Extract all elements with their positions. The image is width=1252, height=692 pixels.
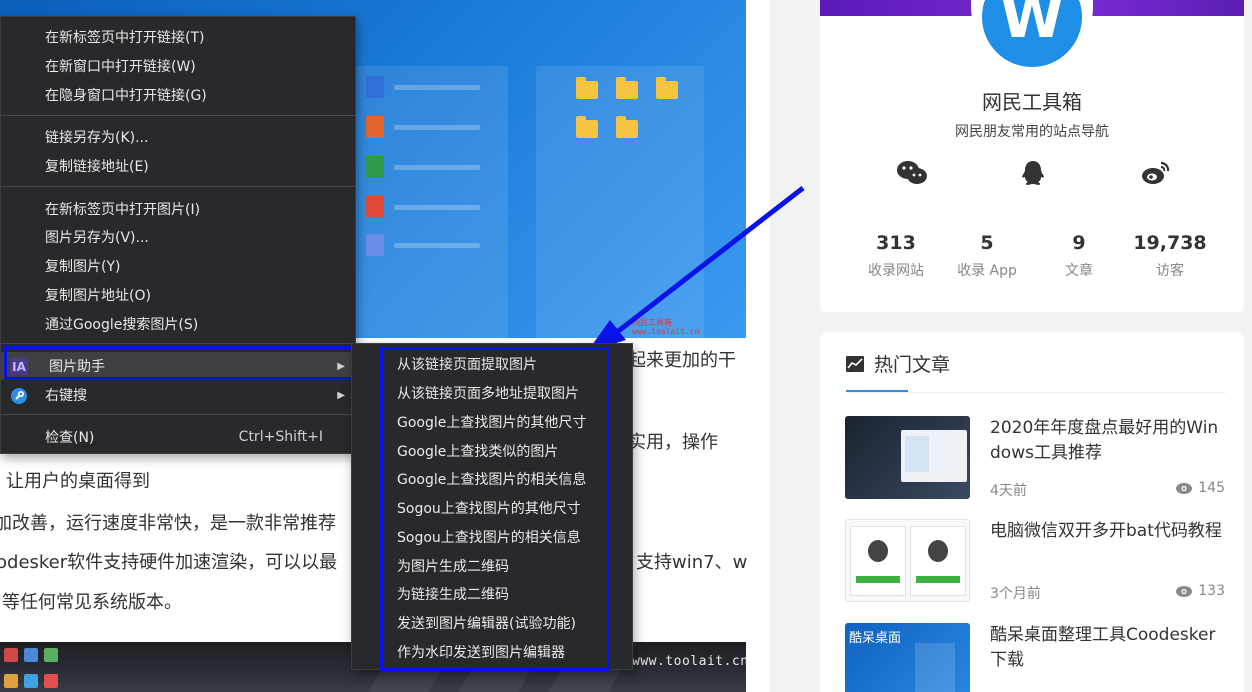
folder-panel (536, 66, 704, 338)
desktop-icon (44, 648, 58, 662)
hot-articles-card: 热门文章 2020年年度盘点最好用的Windows工具推荐 4天前 145 电脑… (820, 332, 1244, 692)
file-row (366, 234, 480, 256)
list-item[interactable]: 电脑微信双开多开bat代码教程 3个月前 133 (845, 519, 1225, 603)
article-text: 起来更加的干 (628, 350, 736, 371)
file-row (366, 196, 480, 218)
highlight-outline (380, 347, 610, 671)
menu-item-open-link-new-window[interactable]: 在新窗口中打开链接(W) (1, 52, 355, 80)
menu-item-open-link-incognito[interactable]: 在隐身窗口中打开链接(G) (1, 81, 355, 109)
desktop-icon (44, 674, 58, 688)
eye-icon (1176, 585, 1193, 597)
menu-item-save-link-as[interactable]: 链接另存为(K)... (1, 123, 355, 151)
desktop-icon (4, 674, 18, 688)
post-views: 145 (1176, 480, 1225, 496)
jpeg-file-icon (366, 234, 384, 256)
article-text: 加改善，运行速度非常快，是一款非常推荐 (0, 513, 336, 534)
folder-icon (576, 77, 598, 99)
menu-separator (1, 343, 355, 344)
search-key-icon (10, 387, 28, 404)
menu-separator (1, 115, 355, 116)
weibo-icon[interactable] (1138, 158, 1174, 188)
shortcut-label: Ctrl+Shift+I (238, 429, 323, 445)
post-thumbnail[interactable] (845, 519, 970, 602)
post-views: 133 (1176, 583, 1225, 599)
site-name: 网民工具箱 (982, 90, 1082, 114)
menu-item-copy-image[interactable]: 复制图片(Y) (1, 252, 355, 280)
folder-icon (616, 116, 638, 138)
menu-item-right-click-search[interactable]: 右键搜 ▶ (1, 381, 355, 409)
menu-item-copy-link-address[interactable]: 复制链接地址(E) (1, 152, 355, 180)
wechat-icon[interactable] (894, 158, 930, 188)
article-text: 支持win7、w (636, 552, 748, 573)
article-text: 让用户的桌面得到 (6, 471, 150, 492)
pdf-file-icon (366, 196, 384, 218)
desktop-icon (24, 648, 38, 662)
title-underline (846, 390, 908, 392)
submenu-arrow-icon: ▶ (337, 389, 345, 401)
file-row (366, 116, 480, 138)
context-menu: 在新标签页中打开链接(T) 在新窗口中打开链接(W) 在隐身窗口中打开链接(G)… (0, 16, 356, 454)
post-title[interactable]: 电脑微信双开多开bat代码教程 (990, 519, 1228, 544)
profile-card: W 网民工具箱 网民朋友常用的站点导航 313 收录网站 5 收录 App 9 文章 … (820, 0, 1244, 312)
avatar[interactable]: W (971, 0, 1093, 68)
site-description: 网民朋友常用的站点导航 (955, 124, 1109, 140)
article-text: odesker软件支持硬件加速渲染，可以以最 (0, 552, 338, 573)
menu-item-open-image-new-tab[interactable]: 在新标签页中打开图片(I) (1, 195, 355, 223)
menu-item-copy-image-address[interactable]: 复制图片地址(O) (1, 281, 355, 309)
article-text: 等任何常见系统版本。 (2, 592, 182, 613)
desktop-icon (24, 674, 38, 688)
post-title[interactable]: 2020年年度盘点最好用的Windows工具推荐 (990, 416, 1228, 466)
folder-icon (656, 77, 678, 99)
hot-articles-title: 热门文章 (846, 350, 950, 377)
menu-item-search-image-google[interactable]: 通过Google搜索图片(S) (1, 310, 355, 338)
menu-item-open-link-new-tab[interactable]: 在新标签页中打开链接(T) (1, 23, 355, 51)
list-item[interactable]: 酷呆桌面 酷呆桌面整理工具Coodesker下载 (845, 623, 1225, 692)
word-file-icon (366, 76, 384, 98)
menu-item-save-image-as[interactable]: 图片另存为(V)... (1, 223, 355, 251)
menu-separator (1, 414, 355, 415)
post-time: 3个月前 (990, 586, 1041, 602)
excel-file-icon (366, 156, 384, 178)
file-row (366, 156, 480, 178)
post-time: 4天前 (990, 483, 1027, 499)
site-logo-icon: W (982, 0, 1082, 67)
screenshot-watermark: www.toolait.cn (632, 654, 749, 669)
desktop-icon (4, 648, 18, 662)
folder-icon (576, 116, 598, 138)
menu-item-inspect[interactable]: 检查(N) Ctrl+Shift+I (1, 423, 355, 451)
eye-icon (1176, 482, 1193, 494)
qq-icon[interactable] (1015, 158, 1051, 188)
chart-line-icon (846, 355, 864, 372)
stat-visitors: 19,738 访客 (1133, 232, 1207, 279)
menu-separator (1, 186, 355, 187)
file-row (366, 76, 480, 98)
post-thumbnail[interactable]: 酷呆桌面 (845, 623, 970, 692)
article-text: 实用，操作 (628, 432, 718, 453)
list-item[interactable]: 2020年年度盘点最好用的Windows工具推荐 4天前 145 (845, 416, 1225, 500)
folder-icon (616, 77, 638, 99)
post-title[interactable]: 酷呆桌面整理工具Coodesker下载 (990, 623, 1228, 673)
post-thumbnail[interactable] (845, 416, 970, 499)
highlight-outline (4, 346, 382, 380)
image-watermark: 网民工具箱 www.toolait.cn (632, 318, 700, 336)
ppt-file-icon (366, 116, 384, 138)
